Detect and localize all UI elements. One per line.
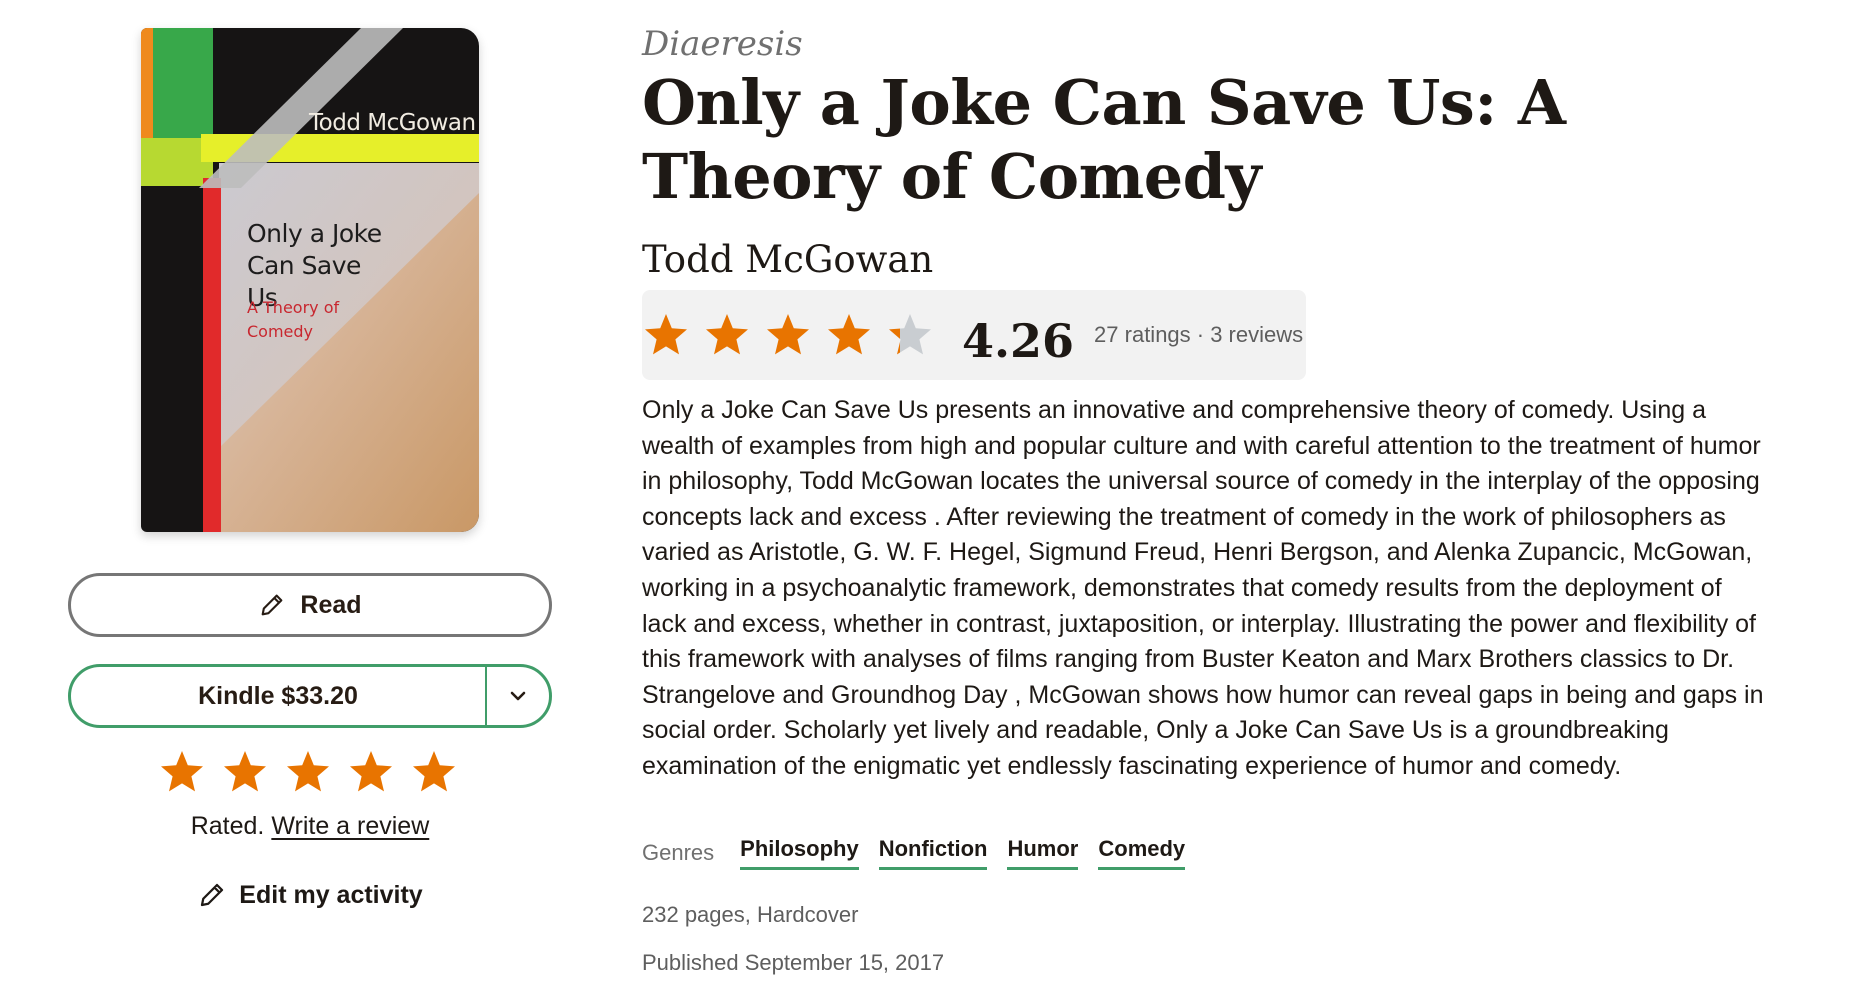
author-link[interactable]: Todd McGowan	[642, 238, 933, 281]
genre-link[interactable]: Philosophy	[740, 836, 859, 870]
genre-link[interactable]: Comedy	[1098, 836, 1186, 870]
book-cover[interactable]: Todd McGowan Only a Joke Can Save Us A T…	[141, 28, 479, 532]
format-info: 232 pages, Hardcover	[642, 902, 859, 927]
rated-label: Rated.	[190, 812, 265, 840]
star-icon	[645, 314, 687, 355]
publication-info: Published September 15, 2017	[642, 950, 945, 975]
edit-activity-button[interactable]: Edit my activity	[68, 880, 552, 910]
average-rating-value: 4.26	[962, 314, 1075, 368]
book-description: Only a Joke Can Save Us presents an inno…	[642, 396, 1764, 780]
write-review-link[interactable]: Write a review	[271, 812, 429, 840]
book-page: Todd McGowan Only a Joke Can Save Us A T…	[0, 0, 1850, 986]
kindle-options-dropdown[interactable]	[487, 667, 549, 725]
genres-list: Genres Philosophy Nonfiction Humor Comedy	[642, 836, 1186, 870]
star-icon	[767, 314, 809, 355]
read-button[interactable]: Read	[68, 573, 552, 637]
rated-status: Rated. Write a review	[68, 812, 552, 841]
pencil-icon	[201, 883, 224, 907]
kindle-buy-button[interactable]: Kindle $33.20	[68, 664, 552, 728]
cover-author-text: Todd McGowan	[309, 110, 476, 136]
star-icon[interactable]	[221, 748, 269, 796]
star-icon[interactable]	[284, 748, 332, 796]
book-title: Only a Joke Can Save Us: A Theory of Com…	[642, 66, 1566, 213]
user-rating-stars[interactable]	[158, 748, 458, 798]
pencil-icon	[262, 594, 283, 616]
genres-label: Genres	[642, 840, 715, 865]
average-rating-stars	[642, 311, 934, 359]
series-link[interactable]: Diaeresis	[642, 24, 803, 64]
genre-link[interactable]: Humor	[1007, 836, 1079, 870]
kindle-price-label[interactable]: Kindle $33.20	[71, 667, 487, 725]
star-icon	[706, 314, 748, 355]
read-button-label: Read	[300, 590, 362, 619]
cover-subtitle-text: A Theory of Comedy	[247, 298, 340, 341]
chevron-down-icon	[510, 691, 526, 701]
edit-activity-label: Edit my activity	[239, 880, 423, 909]
star-icon[interactable]	[410, 748, 458, 796]
star-icon	[889, 314, 931, 355]
genre-link[interactable]: Nonfiction	[878, 836, 988, 870]
rating-summary[interactable]: 4.26 27 ratings · 3 reviews	[642, 290, 1306, 380]
ratings-reviews-count[interactable]: 27 ratings · 3 reviews	[1094, 322, 1303, 348]
star-icon[interactable]	[347, 748, 395, 796]
star-icon	[828, 314, 870, 355]
star-icon[interactable]	[158, 748, 206, 796]
